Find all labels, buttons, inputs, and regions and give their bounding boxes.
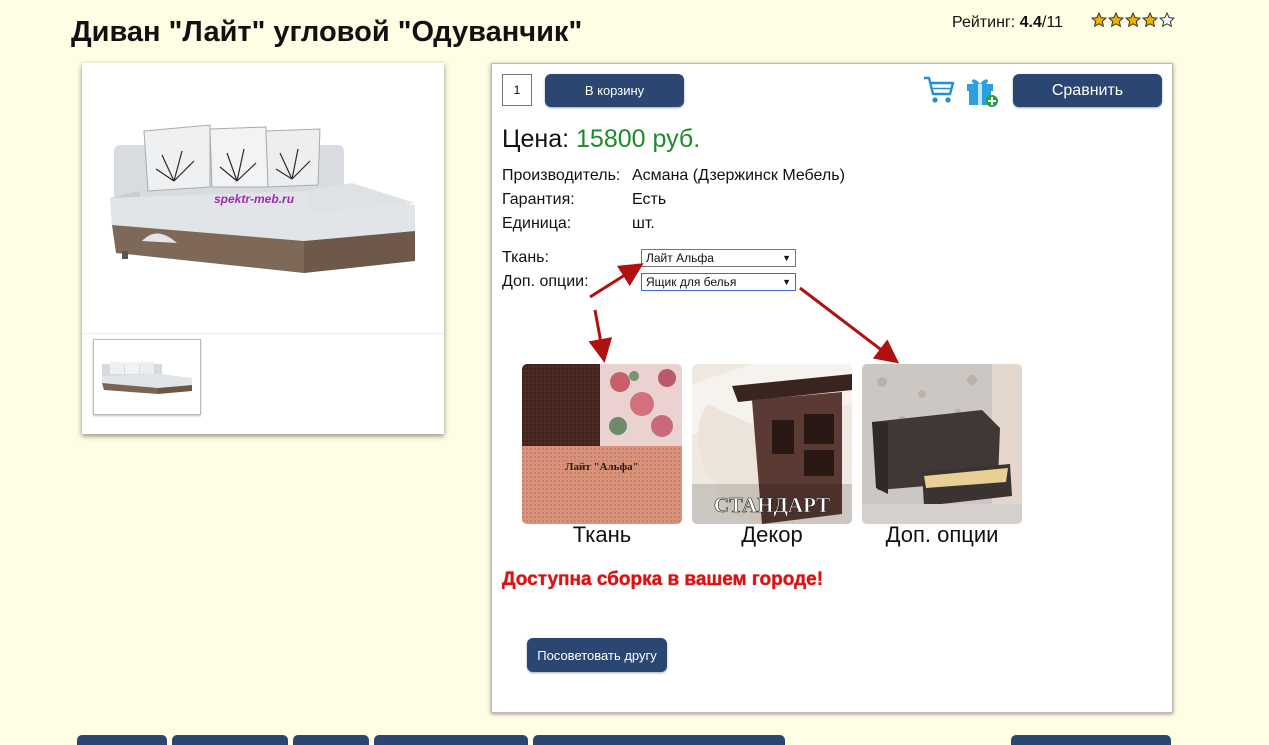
star-filled-icon	[1142, 12, 1158, 28]
swatch-caption-decor: Декор	[741, 522, 803, 547]
rating-value: 4.4	[1019, 14, 1042, 31]
rating-max: /11	[1041, 14, 1063, 31]
price-label: Цена:	[502, 125, 570, 153]
product-order-panel: В корзину Сравнить Цена: 15800 руб. Прои…	[491, 63, 1173, 713]
bottom-tab-1[interactable]	[77, 735, 167, 745]
fabric-select[interactable]: Лайт Альфа ▼	[641, 249, 796, 267]
star-empty-icon	[1159, 12, 1175, 28]
fabric-select-value: Лайт Альфа	[646, 251, 714, 265]
price-value: 15800 руб.	[576, 125, 701, 153]
product-thumbnail[interactable]	[93, 339, 201, 415]
swatch-fabric[interactable]: Лайт "Альфа"	[522, 364, 682, 524]
bottom-tab-2[interactable]	[172, 735, 288, 745]
swatch-fabric-overlay: Лайт "Альфа"	[565, 461, 638, 473]
price: Цена: 15800 руб.	[502, 124, 700, 154]
dropdown-arrow-icon: ▼	[782, 253, 791, 263]
spec-label-warranty: Гарантия:	[502, 191, 575, 208]
photo-watermark: spektr-meb.ru	[214, 192, 295, 206]
spec-label-manufacturer: Производитель:	[502, 167, 621, 184]
product-gallery: spektr-meb.ru	[82, 63, 444, 434]
quantity-input[interactable]	[502, 74, 532, 106]
bottom-tab-4[interactable]	[374, 735, 528, 745]
star-filled-icon	[1125, 12, 1141, 28]
gift-icon[interactable]	[965, 74, 999, 108]
swatch-caption-extras: Доп. опции	[885, 522, 999, 547]
swatch-caption-fabric: Ткань	[572, 522, 632, 547]
extras-select-value: Ящик для белья	[646, 275, 737, 289]
spec-value-unit: шт.	[632, 215, 655, 232]
spec-label-unit: Единица:	[502, 215, 572, 232]
bottom-tab-5[interactable]	[533, 735, 785, 745]
add-to-cart-button[interactable]: В корзину	[545, 74, 684, 107]
advise-friend-button[interactable]: Посоветовать другу	[527, 638, 667, 672]
page-title: Диван "Лайт" угловой "Одуванчик"	[71, 16, 583, 48]
rating: Рейтинг: 4.4/11	[952, 13, 1063, 33]
option-label-fabric: Ткань:	[502, 249, 549, 266]
spec-value-warranty: Есть	[632, 191, 667, 208]
star-filled-icon	[1108, 12, 1124, 28]
swatch-decor[interactable]: СТАНДАРТ	[692, 364, 852, 524]
swatch-decor-overlay: СТАНДАРТ	[714, 493, 830, 517]
main-product-photo[interactable]: spektr-meb.ru	[82, 63, 444, 334]
rating-stars	[1091, 12, 1175, 28]
assembly-notice: Доступна сборка в вашем городе!	[502, 569, 824, 590]
sofa-image: spektr-meb.ru	[110, 124, 415, 273]
swatch-extras[interactable]	[862, 364, 1022, 524]
star-filled-icon	[1091, 12, 1107, 28]
sofa-thumbnail-image	[102, 362, 192, 394]
bottom-tab-3[interactable]	[293, 735, 369, 745]
extras-select[interactable]: Ящик для белья ▼	[641, 273, 796, 291]
dropdown-arrow-icon: ▼	[782, 277, 791, 287]
spec-value-manufacturer: Асмана (Дзержинск Мебель)	[632, 167, 845, 184]
bottom-tab-6[interactable]	[1011, 735, 1171, 745]
rating-label: Рейтинг:	[952, 14, 1016, 31]
compare-button[interactable]: Сравнить	[1013, 74, 1162, 107]
option-label-extras: Доп. опции:	[502, 273, 589, 290]
cart-icon[interactable]	[923, 75, 955, 105]
